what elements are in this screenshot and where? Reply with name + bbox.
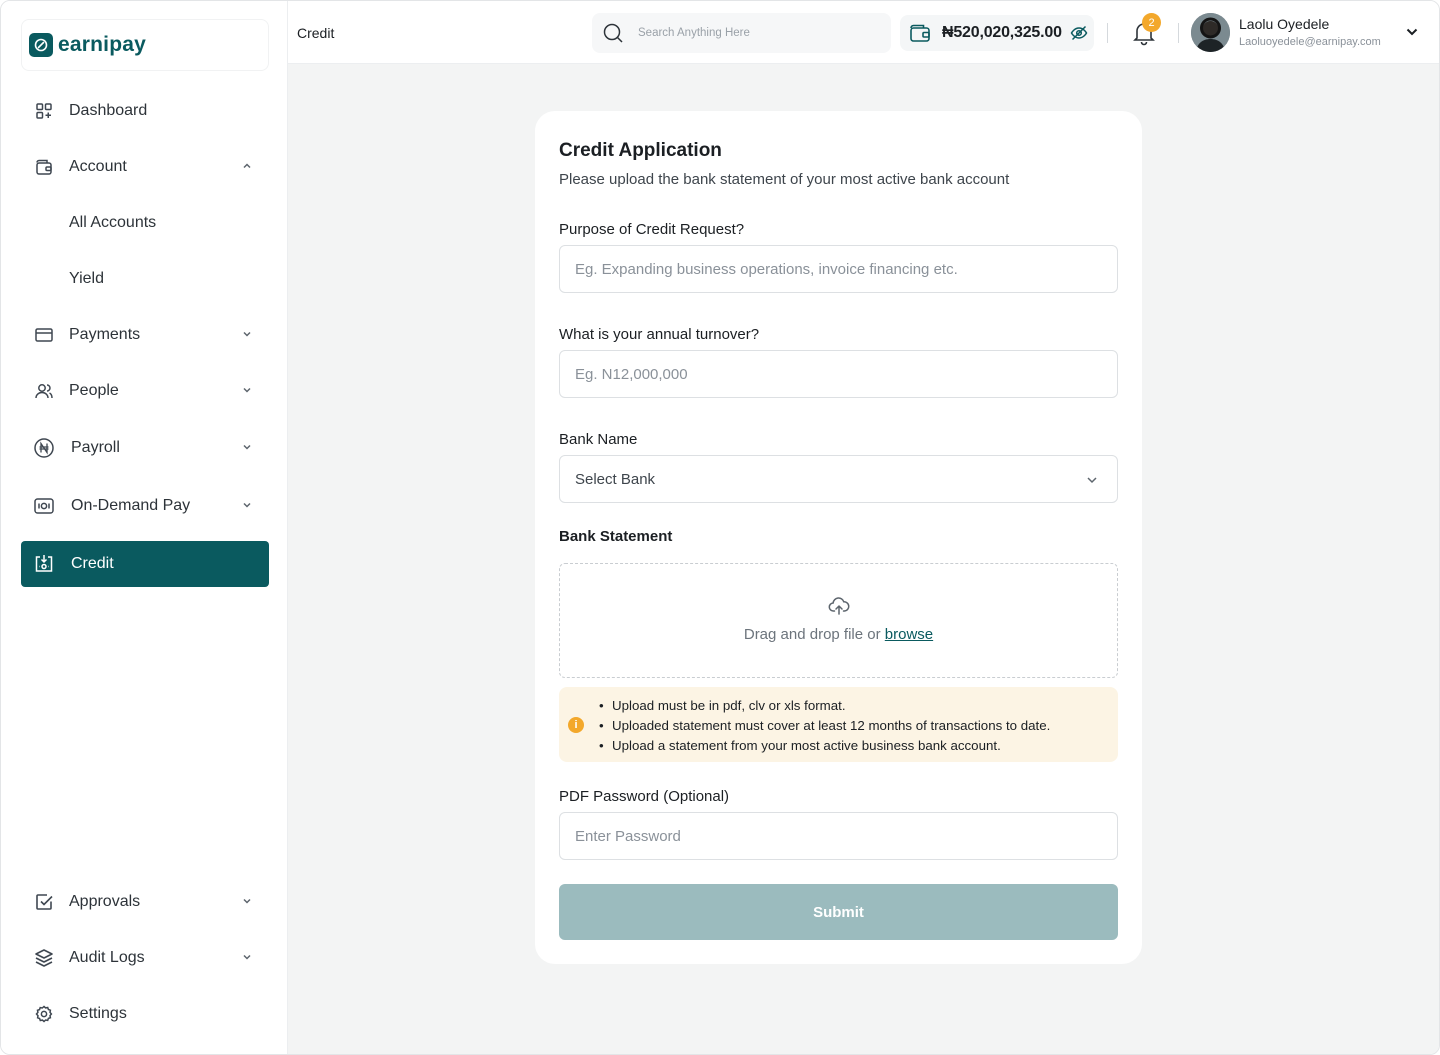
sidebar-item-label: Account [69,158,127,175]
sidebar-item-dashboard[interactable]: Dashboard [21,88,269,134]
purpose-field[interactable] [559,245,1118,293]
sidebar-item-label: Dashboard [69,102,148,119]
notification-badge: 2 [1142,13,1161,32]
upload-notice: i Upload must be in pdf, clv or xls form… [559,687,1118,762]
eye-off-icon[interactable] [1070,24,1088,42]
sidebar-item-account[interactable]: Account [21,144,269,190]
sidebar-item-label: Approvals [69,893,141,910]
notice-item: Upload must be in pdf, clv or xls format… [599,696,1050,716]
info-icon: i [568,717,584,733]
main-content: Credit Application Please upload the ban… [288,64,1439,1054]
sidebar-item-audit-logs[interactable]: Audit Logs [21,935,269,981]
sidebar-item-label: People [69,382,119,399]
wallet-balance: ₦520,020,325.00 [900,15,1094,51]
sidebar-subitem-all-accounts[interactable]: All Accounts [69,203,156,243]
cash-icon [33,495,55,517]
chevron-down-icon [243,954,251,960]
sidebar-item-label: On-Demand Pay [71,497,191,514]
dashboard-icon [33,100,55,122]
app-window: earnipay Dashboard Account All Accounts … [0,0,1440,1055]
browse-link[interactable]: browse [885,626,933,643]
notice-item: Upload a statement from your most active… [599,736,1050,756]
turnover-input[interactable] [575,365,1095,383]
credit-icon [33,553,55,575]
chevron-down-icon [243,502,251,508]
user-name: Laolu Oyedele [1239,16,1330,32]
chevron-down-icon [243,331,251,337]
checkbox-icon [33,891,55,913]
notice-item: Uploaded statement must cover at least 1… [599,716,1050,736]
sidebar-item-payroll[interactable]: Payroll [21,425,269,471]
turnover-field[interactable] [559,350,1118,398]
sidebar-item-settings[interactable]: Settings [21,991,269,1037]
chevron-down-icon [243,898,251,904]
logo-text: earnipay [58,33,146,56]
search-bar[interactable] [592,13,891,53]
purpose-label: Purpose of Credit Request? [559,221,745,238]
chevron-down-icon [1087,477,1097,484]
sidebar-item-credit[interactable]: Credit [21,541,269,587]
bank-select[interactable]: Select Bank [559,455,1118,503]
chevron-down-icon [243,444,251,450]
chevron-up-icon [243,163,251,169]
gear-icon [33,1003,55,1025]
form-subtitle: Please upload the bank statement of your… [559,171,1010,188]
sidebar-item-label: Audit Logs [69,949,145,966]
search-input[interactable] [638,27,868,39]
logo[interactable]: earnipay [21,19,269,71]
sidebar-item-label: Payroll [71,439,120,456]
submit-button[interactable]: Submit [559,884,1118,940]
search-icon [603,23,623,43]
purpose-input[interactable] [575,260,1095,278]
avatar[interactable] [1191,13,1230,52]
pdf-password-input[interactable] [575,827,1095,845]
chevron-down-icon[interactable] [1405,25,1419,39]
sidebar-item-label: Settings [69,1005,127,1022]
pdf-password-label: PDF Password (Optional) [559,788,730,805]
sidebar: earnipay Dashboard Account All Accounts … [1,1,288,1054]
bank-statement-label: Bank Statement [559,528,673,545]
credit-application-card: Credit Application Please upload the ban… [535,111,1142,964]
people-icon [33,380,55,402]
header-divider [1178,23,1179,43]
sidebar-item-label: Payments [69,326,141,343]
layers-icon [33,947,55,969]
top-header: Credit ₦520,020,325.00 2 Laolu Oyedele L… [288,1,1439,64]
sidebar-item-label: Credit [71,555,114,572]
header-divider [1107,23,1108,43]
sidebar-item-people[interactable]: People [21,368,269,414]
sidebar-subitem-yield[interactable]: Yield [69,259,104,299]
turnover-label: What is your annual turnover? [559,326,760,343]
bank-name-label: Bank Name [559,431,638,448]
upload-cloud-icon [828,597,850,615]
user-email: Laoluoyedele@earnipay.com [1239,36,1381,48]
form-title: Credit Application [559,140,722,161]
balance-amount: ₦520,020,325.00 [942,24,1062,41]
sidebar-item-payments[interactable]: Payments [21,312,269,358]
pdf-password-field[interactable] [559,812,1118,860]
sidebar-item-approvals[interactable]: Approvals [21,879,269,925]
naira-circle-icon [33,437,55,459]
card-icon [33,324,55,346]
dropzone-text: Drag and drop file or browse [560,626,1117,643]
drop-instruction: Drag and drop file or [743,626,881,643]
breadcrumb: Credit [297,25,335,41]
sidebar-item-on-demand-pay[interactable]: On-Demand Pay [21,483,269,529]
wallet-icon [910,24,930,42]
chevron-down-icon [243,387,251,393]
wallet-icon [33,156,55,178]
bank-select-value: Select Bank [575,470,656,488]
notice-list: Upload must be in pdf, clv or xls format… [599,696,1050,756]
logo-mark-icon [29,33,53,57]
file-dropzone[interactable]: Drag and drop file or browse [559,563,1118,678]
